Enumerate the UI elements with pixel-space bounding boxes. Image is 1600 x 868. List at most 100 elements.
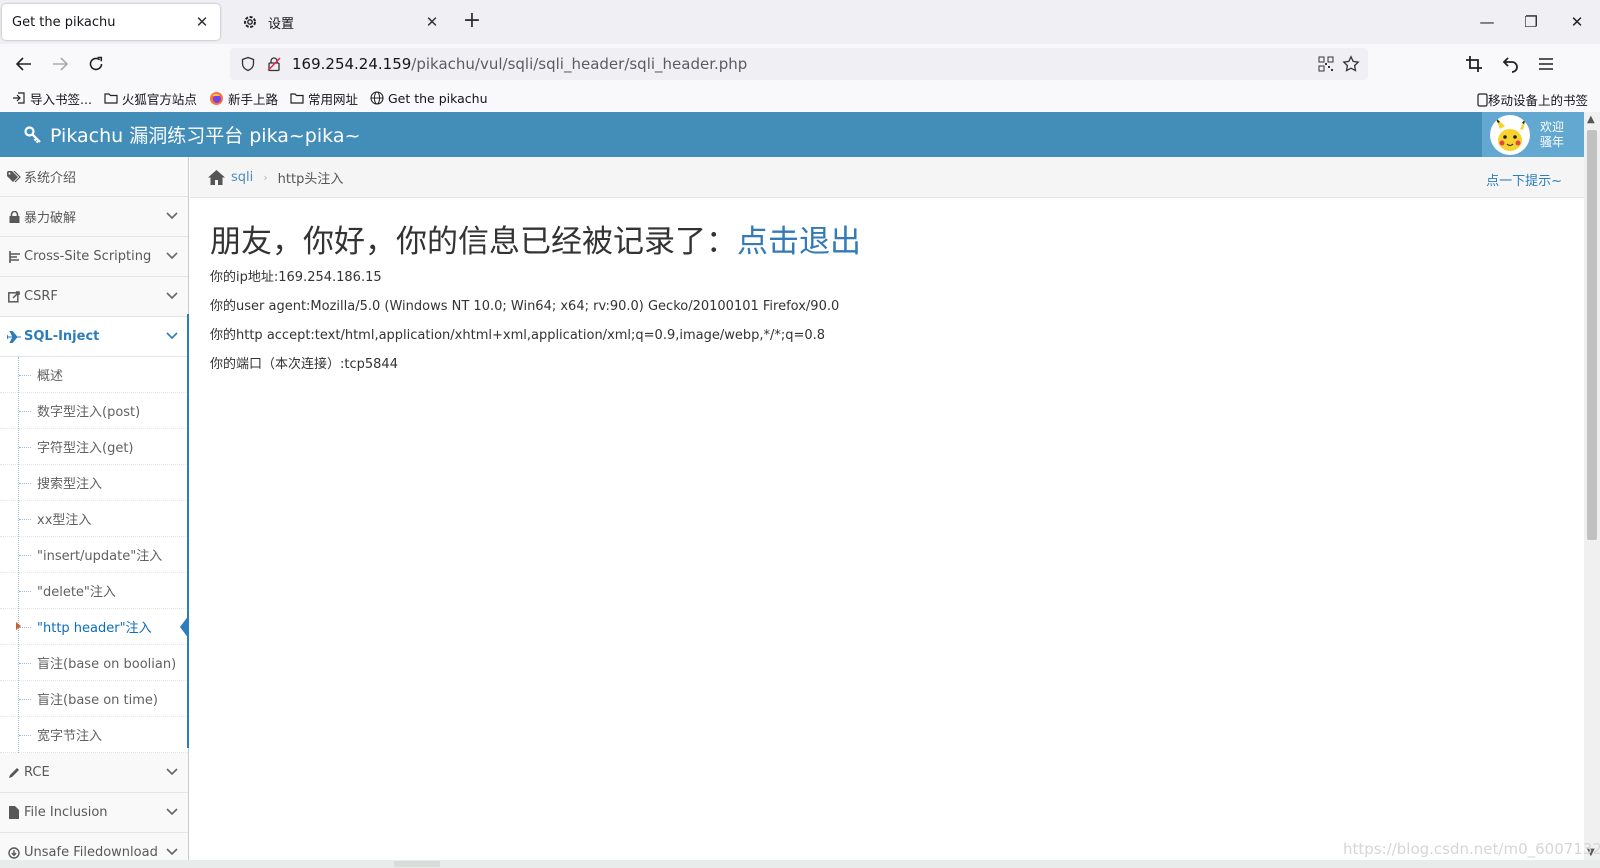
mobile-bookmarks[interactable]: 移动设备上的书签	[1477, 90, 1588, 109]
user-agent-text: 你的user agent:Mozilla/5.0 (Windows NT 10.…	[210, 299, 840, 314]
submenu-item-insert-update[interactable]: "insert/update"注入	[0, 537, 188, 573]
submenu-item-wide-byte[interactable]: 宽字节注入	[0, 717, 188, 753]
submenu-label: 字符型注入(get)	[37, 441, 134, 456]
forward-icon[interactable]	[46, 50, 74, 78]
bookmark-star-icon[interactable]	[1342, 55, 1360, 73]
tab-settings[interactable]: 设置 ✕	[232, 4, 450, 40]
insecure-lock-icon[interactable]	[266, 56, 282, 72]
folder-icon	[290, 93, 304, 104]
avatar	[1490, 114, 1530, 155]
sidebar-item-intro[interactable]: 系统介绍	[0, 157, 188, 197]
caret-right-icon	[16, 622, 21, 630]
submenu-label: 概述	[37, 369, 64, 384]
bookmark-getting-started[interactable]: 新手上路	[209, 89, 278, 108]
pikachu-avatar-icon	[1495, 116, 1526, 151]
welcome-text: 欢迎 骚年	[1540, 120, 1564, 150]
file-icon	[6, 806, 22, 819]
new-tab-button[interactable]: +	[458, 8, 486, 36]
bookmark-common-sites[interactable]: 常用网址	[290, 89, 358, 108]
watermark-text: https://blog.csdn.net/m0_60071324	[1343, 840, 1600, 858]
bookmarks-toolbar: 导入书签... 火狐官方站点 新手上路 常用网址 Get the pikachu…	[0, 84, 1600, 112]
active-section-bar	[187, 314, 189, 748]
chevron-down-icon	[166, 249, 178, 264]
url-text[interactable]: 169.254.24.159/pikachu/vul/sqli/sqli_hea…	[292, 55, 747, 73]
close-window-icon[interactable]: ✕	[1560, 8, 1594, 36]
tab-get-the-pikachu[interactable]: Get the pikachu ✕	[2, 4, 220, 40]
submenu-item-blind-time[interactable]: 盲注(base on time)	[0, 681, 188, 717]
sidebar-item-label: CSRF	[24, 289, 58, 304]
sidebar-item-sql-inject[interactable]: SQL-Inject	[0, 317, 188, 357]
bookmark-firefox-site[interactable]: 火狐官方站点	[104, 89, 197, 108]
mobile-bookmarks-label: 移动设备上的书签	[1487, 93, 1588, 108]
submenu-label: 数字型注入(post)	[37, 405, 141, 420]
firefox-icon	[209, 91, 223, 105]
sidebar-item-label: 暴力破解	[24, 211, 77, 226]
hint-link[interactable]: 点一下提示~	[1486, 170, 1562, 189]
chevron-down-icon	[166, 845, 178, 860]
sidebar: 系统介绍 暴力破解 Cross-Site Scripting CSRF SQL-…	[0, 157, 189, 860]
sidebar-item-csrf[interactable]: CSRF	[0, 277, 188, 317]
submenu-item-blind-boolean[interactable]: 盲注(base on boolian)	[0, 645, 188, 681]
shield-icon[interactable]	[240, 56, 256, 72]
submenu-item-overview[interactable]: 概述	[0, 357, 188, 393]
bookmark-import[interactable]: 导入书签...	[12, 89, 92, 108]
sidebar-item-file-inclusion[interactable]: File Inclusion	[0, 793, 188, 833]
scroll-up-icon[interactable]: ▲	[1587, 114, 1595, 125]
home-icon[interactable]	[208, 169, 225, 185]
submenu-item-http-header[interactable]: "http header"注入	[0, 609, 189, 645]
scrollbar-thumb[interactable]	[1587, 130, 1597, 540]
port-text: 你的端口（本次连接）:tcp5844	[210, 357, 398, 372]
download-icon	[6, 846, 22, 859]
sidebar-item-label: SQL-Inject	[24, 329, 100, 344]
back-icon[interactable]	[10, 50, 38, 78]
minimize-icon[interactable]: —	[1470, 8, 1504, 36]
address-bar[interactable]: 169.254.24.159/pikachu/vul/sqli/sqli_hea…	[230, 48, 1368, 80]
key-icon	[24, 125, 41, 143]
screenshot-crop-icon[interactable]	[1460, 50, 1488, 78]
sidebar-item-xss[interactable]: Cross-Site Scripting	[0, 237, 188, 277]
welcome-line1: 欢迎	[1540, 119, 1565, 134]
site-header: Pikachu 漏洞练习平台 pika~pika~ 欢迎 骚年	[0, 112, 1584, 157]
bookmark-get-the-pikachu[interactable]: Get the pikachu	[370, 91, 488, 106]
gear-icon	[242, 14, 262, 30]
sidebar-item-rce[interactable]: RCE	[0, 753, 188, 793]
bookmark-label: 常用网址	[307, 91, 358, 107]
list-icon	[6, 250, 22, 263]
menu-icon[interactable]	[1532, 50, 1560, 78]
web-page: Pikachu 漏洞练习平台 pika~pika~ 欢迎 骚年 系统介绍 暴力破…	[0, 112, 1584, 860]
horizontal-scrollbar[interactable]	[0, 860, 1600, 868]
submenu-item-string-get[interactable]: 字符型注入(get)	[0, 429, 188, 465]
bookmark-label: 导入书签...	[30, 91, 92, 107]
user-menu[interactable]: 欢迎 骚年	[1482, 112, 1584, 157]
ip-address-text: 你的ip地址:169.254.186.15	[210, 270, 382, 285]
site-brand[interactable]: Pikachu 漏洞练习平台 pika~pika~	[24, 121, 360, 148]
sidebar-item-unsafe-download[interactable]: Unsafe Filedownload	[0, 833, 188, 860]
navigation-toolbar: 169.254.24.159/pikachu/vul/sqli/sqli_hea…	[0, 44, 1600, 84]
heading-text: 朋友，你好，你的信息已经被记录了：	[210, 224, 737, 260]
horizontal-scrollbar-thumb[interactable]	[394, 861, 440, 867]
chevron-down-icon	[166, 329, 178, 344]
bookmark-label: 新手上路	[227, 91, 278, 107]
reload-icon[interactable]	[82, 50, 110, 78]
sidebar-item-brute-force[interactable]: 暴力破解	[0, 197, 188, 237]
submenu-item-numeric-post[interactable]: 数字型注入(post)	[0, 393, 188, 429]
vertical-scrollbar[interactable]: ▲ ▼	[1584, 112, 1600, 860]
undo-icon[interactable]	[1496, 50, 1524, 78]
chevron-down-icon	[166, 805, 178, 820]
url-host: 169.254.24.159	[292, 55, 412, 73]
logout-link[interactable]: 点击退出	[737, 224, 861, 260]
restore-icon[interactable]: ❐	[1514, 8, 1548, 36]
close-icon[interactable]: ✕	[192, 13, 212, 31]
chevron-down-icon	[166, 289, 178, 304]
globe-icon	[370, 91, 384, 105]
tab-title: 设置	[268, 16, 295, 32]
submenu-item-delete[interactable]: "delete"注入	[0, 573, 188, 609]
submenu-item-search[interactable]: 搜索型注入	[0, 465, 188, 501]
submenu-label: "delete"注入	[37, 585, 116, 600]
qr-code-icon[interactable]	[1318, 56, 1334, 72]
url-path: /pikachu/vul/sqli/sqli_header/sqli_heade…	[411, 55, 748, 73]
close-icon[interactable]: ✕	[422, 13, 442, 31]
submenu-item-xx[interactable]: xx型注入	[0, 501, 188, 537]
submenu-label: 搜索型注入	[37, 477, 103, 492]
breadcrumb-link-sqli[interactable]: sqli	[231, 170, 253, 185]
